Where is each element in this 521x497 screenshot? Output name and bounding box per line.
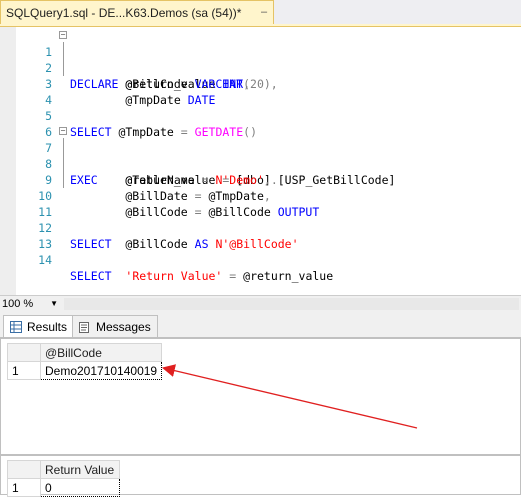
horizontal-scrollbar[interactable] [64,298,519,310]
result-grid-return-value[interactable]: Return Value 1 0 [0,455,521,497]
code-line: 8 @TableName = N'Demo', [0,140,521,187]
code-line: 10 @BillCode = @BillCode OUTPUT [0,172,521,219]
code-text: @return_value [236,269,334,283]
collapse-icon[interactable]: − [59,127,67,135]
code-line: 2 @BillCode VARCHAR(20), [0,44,521,91]
keyword: SELECT [70,269,112,283]
messages-icon [79,321,91,333]
row-number[interactable]: 1 [7,478,41,497]
grid-cell[interactable]: Demo201710140019 [39,361,163,380]
chevron-down-icon: ▼ [50,299,58,308]
code-line: 1 − DECLARE @return_value INT, [0,28,521,92]
code-line: 4 [0,76,521,107]
code-line: 13 [0,220,521,251]
query-tab-title: SQLQuery1.sql - DE...K63.Demos (sa (54))… [6,5,242,20]
row-number[interactable]: 1 [7,361,41,380]
query-document-tab[interactable]: SQLQuery1.sql - DE...K63.Demos (sa (54))… [0,0,274,24]
string-literal: 'Return Value' [125,269,223,283]
tab-results[interactable]: Results [3,315,75,337]
code-line: 14 SELECT 'Return Value' = @return_value [0,236,521,283]
code-line: 12 SELECT @BillCode AS N'@BillCode' [0,204,521,251]
code-line: 6 [0,108,521,139]
result-grid-billcode[interactable]: @BillCode 1 Demo201710140019 [0,338,521,455]
line-number: 14 [38,253,52,267]
grid-cell[interactable]: 0 [40,478,120,497]
code-line: 9 @BillDate = @TmpDate, [0,156,521,203]
grid-corner[interactable] [7,460,41,479]
grid-corner[interactable] [7,343,41,362]
zoom-dropdown[interactable]: 100 % ▼ [2,297,60,311]
tab-messages[interactable]: Messages [72,315,158,337]
grid-icon [10,320,22,333]
result-table: Return Value 1 0 [7,460,120,497]
results-tab-strip: Results Messages [0,312,521,338]
sql-editor[interactable]: 1 − DECLARE @return_value INT, 2 @BillCo… [0,27,521,295]
code-line: 7 − EXEC @return_value = [dbo].[USP_GetB… [0,124,521,188]
zoom-value: 100 % [2,298,34,310]
tab-results-label: Results [27,319,68,334]
column-header[interactable]: Return Value [40,460,120,479]
column-header[interactable]: @BillCode [39,343,163,362]
editor-status-bar: 100 % ▼ [0,295,521,312]
collapse-icon[interactable]: − [59,31,67,39]
result-table: @BillCode 1 Demo201710140019 [7,343,163,380]
tab-messages-label: Messages [96,319,151,334]
code-line: 5 SELECT @TmpDate = GETDATE() [0,92,521,139]
document-tab-strip: SQLQuery1.sql - DE...K63.Demos (sa (54))… [0,0,521,25]
pin-icon[interactable]: – [259,5,269,19]
code-line: 11 [0,188,521,219]
code-line: 3 @TmpDate DATE [0,60,521,107]
